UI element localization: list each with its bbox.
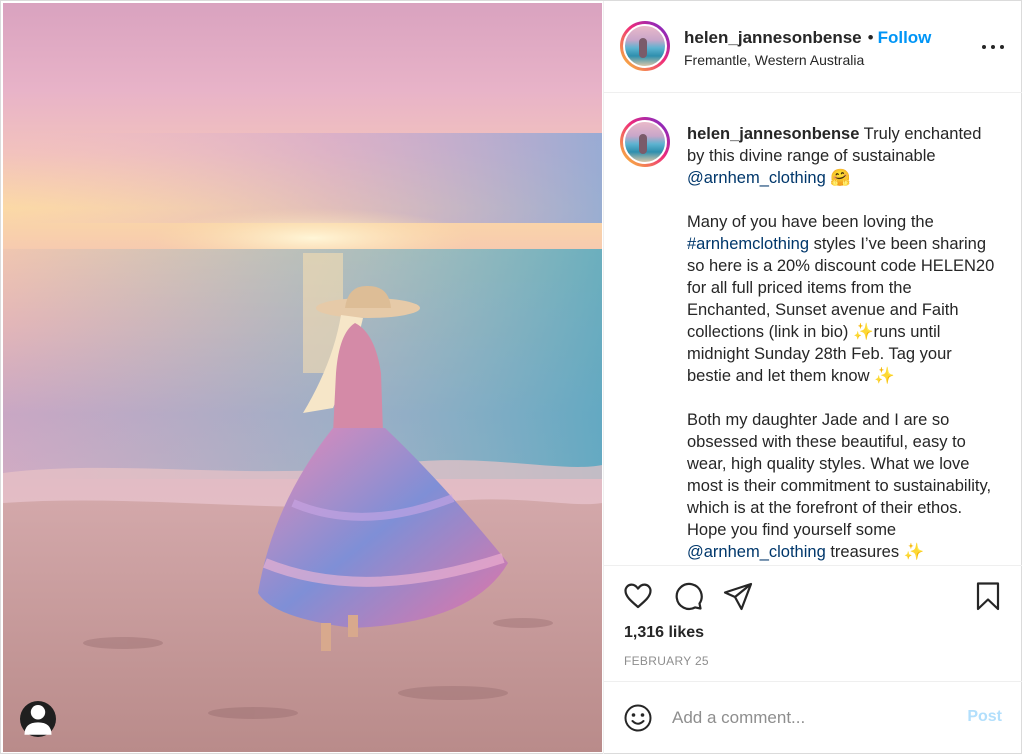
likes-count[interactable]: 1,316 likes <box>624 624 704 642</box>
paper-plane-icon[interactable] <box>722 580 754 612</box>
caption-area[interactable]: helen_jannesonbense Truly enchanted by t… <box>604 93 1022 565</box>
caption-author-avatar[interactable] <box>620 117 670 167</box>
caption-part-3: treasures ✨ <box>825 543 925 561</box>
comment-input[interactable] <box>672 704 942 732</box>
post-header: helen_jannesonbense • Follow Fremantle, We… <box>604 1 1022 93</box>
mention-link-2[interactable]: @arnhem_clothing <box>687 543 826 561</box>
header-name-row: helen_jannesonbense • Follow <box>684 28 931 48</box>
post-actions: 1,316 likes FEBRUARY 25 <box>604 565 1022 681</box>
user-icon <box>24 705 52 735</box>
author-avatar[interactable] <box>620 21 670 71</box>
tagged-users-button[interactable] <box>20 701 56 737</box>
more-options-icon[interactable] <box>982 39 1004 55</box>
beach-sunset-image <box>3 3 602 752</box>
comment-icon[interactable] <box>672 580 704 612</box>
hashtag-link[interactable]: #arnhemclothing <box>687 235 809 253</box>
smiley-icon[interactable] <box>622 702 654 734</box>
follow-button[interactable]: Follow <box>878 28 932 47</box>
post-photo[interactable] <box>3 3 602 752</box>
post-location[interactable]: Fremantle, Western Australia <box>684 52 864 68</box>
post-comment-button[interactable]: Post <box>967 708 1002 726</box>
heart-icon[interactable] <box>622 580 654 612</box>
instagram-post: helen_jannesonbense • Follow Fremantle, We… <box>0 0 1022 754</box>
caption-part-2: styles I’ve been sharing so here is a 20… <box>687 235 995 539</box>
mention-link-1[interactable]: @arnhem_clothing <box>687 169 826 187</box>
post-date[interactable]: FEBRUARY 25 <box>624 654 709 668</box>
comment-bar: Post <box>604 681 1022 754</box>
caption-username[interactable]: helen_jannesonbense <box>687 125 859 143</box>
author-username[interactable]: helen_jannesonbense <box>684 28 862 47</box>
bookmark-icon[interactable] <box>972 580 1004 612</box>
caption-text: helen_jannesonbense Truly enchanted by t… <box>687 123 997 563</box>
post-side-panel: helen_jannesonbense • Follow Fremantle, We… <box>603 1 1022 754</box>
separator-dot: • <box>867 28 874 47</box>
